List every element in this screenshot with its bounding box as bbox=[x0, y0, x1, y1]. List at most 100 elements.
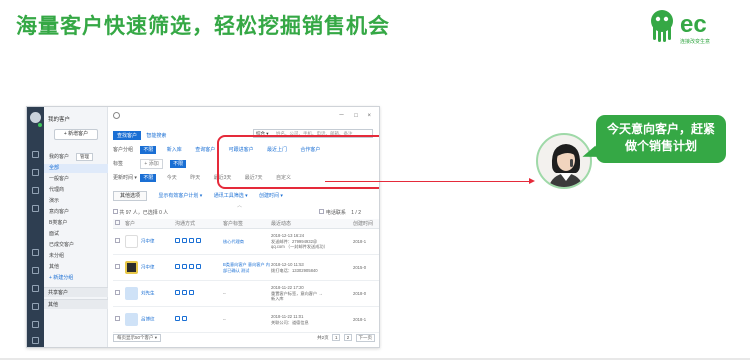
add-tag-button[interactable]: + 添加 bbox=[140, 159, 163, 169]
customer-avatar bbox=[125, 313, 138, 326]
chip-custom[interactable]: 自定义 bbox=[273, 174, 294, 182]
nav-item-all[interactable]: 全部 bbox=[44, 164, 108, 173]
chip-unlimited[interactable]: 不限 bbox=[140, 174, 157, 182]
mail-icon[interactable] bbox=[196, 264, 201, 269]
customer-tags: -- bbox=[223, 316, 226, 322]
table-row[interactable]: 吕博纹 -- 2018-11-22 11:01 关联公司：道德信息 2018-1 bbox=[113, 307, 379, 333]
arrow-head-icon bbox=[529, 178, 535, 184]
manage-button[interactable]: 管理 bbox=[76, 153, 94, 161]
customer-avatar bbox=[125, 261, 138, 274]
mobile-icon[interactable] bbox=[175, 290, 180, 295]
nav-item-ungrouped[interactable]: 未分组 bbox=[44, 252, 108, 261]
phone-icon[interactable] bbox=[182, 316, 187, 321]
nav-item-demo[interactable]: 演示 bbox=[44, 197, 108, 206]
select-all-checkbox[interactable] bbox=[113, 209, 118, 214]
star-icon[interactable] bbox=[32, 321, 39, 328]
tab-smart-search[interactable]: 智能搜索 bbox=[142, 131, 170, 140]
add-customer-button[interactable]: + 新增客户 bbox=[54, 129, 98, 140]
contacts-icon[interactable] bbox=[32, 169, 39, 176]
phone-icon[interactable] bbox=[189, 238, 194, 243]
page-size-select[interactable]: 每页显示50个客户 ▾ bbox=[113, 334, 162, 342]
customer-avatar bbox=[125, 235, 138, 248]
table-row[interactable]: 冯中律 B类意向客户 意向客户 内部已确认 测试 2018-12-10 11:5… bbox=[113, 255, 379, 281]
nav-item-general[interactable]: 一般客户 bbox=[44, 175, 108, 184]
document-icon[interactable] bbox=[32, 285, 39, 292]
chip-recent-visit[interactable]: 最近上门 bbox=[264, 146, 290, 154]
fold-shared[interactable]: 共享客户 bbox=[44, 287, 108, 297]
activity-line: 拨打电话：13302905840 bbox=[271, 267, 318, 273]
chip-yesterday[interactable]: 昨天 bbox=[187, 174, 203, 182]
mobile-icon[interactable] bbox=[182, 264, 187, 269]
chip-3-days[interactable]: 最近3天 bbox=[211, 174, 235, 182]
created-time-dropdown[interactable]: 创建时间 ▾ bbox=[259, 192, 283, 199]
row-checkbox[interactable] bbox=[115, 264, 120, 269]
total-pages: 共2页 bbox=[317, 335, 329, 340]
team-icon[interactable] bbox=[32, 187, 39, 194]
nav-item-agents[interactable]: 代理商 bbox=[44, 186, 108, 195]
row-checkbox[interactable] bbox=[115, 316, 120, 321]
mail-icon[interactable] bbox=[189, 290, 194, 295]
chip-7-days[interactable]: 最近7天 bbox=[242, 174, 266, 182]
header-checkbox[interactable] bbox=[115, 220, 120, 225]
plan-filter-dropdown[interactable]: 显示有效客户计划 ▾ bbox=[158, 192, 202, 199]
nav-item-b-class[interactable]: B类客户 bbox=[44, 219, 108, 228]
tab-find-customer[interactable]: 查找客户 bbox=[113, 131, 142, 140]
chip-unlimited[interactable]: 不限 bbox=[140, 146, 157, 154]
mail-icon[interactable] bbox=[196, 238, 201, 243]
phone-icon[interactable] bbox=[182, 290, 187, 295]
chip-query[interactable]: 查询客户 bbox=[192, 146, 218, 154]
tool-filter-dropdown[interactable]: 通讯工具筛选 ▾ bbox=[214, 192, 248, 199]
nav-item-interview[interactable]: 面试 bbox=[44, 230, 108, 239]
row-checkbox[interactable] bbox=[115, 290, 120, 295]
calendar-icon[interactable] bbox=[32, 205, 39, 212]
wechat-icon[interactable] bbox=[175, 264, 180, 269]
gear-icon[interactable] bbox=[113, 112, 120, 119]
activity-line: qq.com （一封邮件发送成功） bbox=[271, 244, 328, 250]
table-row[interactable]: 冯中律 核心代理商 2018-12-13 16:24 发送邮件：279994932… bbox=[113, 229, 379, 255]
chip-followable[interactable]: 可跟进客户 bbox=[226, 146, 257, 154]
fold-other[interactable]: 其他 bbox=[44, 299, 108, 309]
search-input[interactable]: 综合 ▾ 姓名、公司、手机、电话、邮箱、备注 bbox=[253, 129, 373, 138]
col-customer: 客户 bbox=[125, 221, 136, 227]
customer-name[interactable]: 刘先生 bbox=[141, 291, 155, 296]
search-type-select[interactable]: 综合 ▾ bbox=[256, 130, 269, 137]
menu-icon[interactable] bbox=[32, 337, 39, 344]
customer-name[interactable]: 吕博纹 bbox=[141, 317, 155, 322]
search-tabs: 查找客户 智能搜索 bbox=[113, 131, 170, 140]
chip-today[interactable]: 今天 bbox=[164, 174, 180, 182]
phone-contact-checkbox[interactable] bbox=[319, 209, 325, 214]
more-filters-button[interactable]: 其他选项 bbox=[113, 191, 148, 201]
customer-name[interactable]: 冯中律 bbox=[141, 265, 155, 270]
filter-label[interactable]: 更新时间 ▾ bbox=[113, 174, 139, 181]
mobile-icon[interactable] bbox=[182, 238, 187, 243]
chip-unlimited[interactable]: 不限 bbox=[170, 160, 187, 168]
customer-tags: -- bbox=[223, 290, 226, 296]
next-page-button[interactable]: 下一页 bbox=[355, 334, 375, 342]
window-controls[interactable]: － □ × bbox=[339, 110, 375, 119]
wechat-icon[interactable] bbox=[175, 238, 180, 243]
phone-icon[interactable] bbox=[32, 303, 39, 310]
page-1-button[interactable]: 1 bbox=[331, 334, 341, 341]
collapse-icon[interactable]: ︿ bbox=[237, 202, 242, 209]
chip-new[interactable]: 新入库 bbox=[164, 146, 185, 154]
chat-icon[interactable] bbox=[32, 151, 39, 158]
customer-name[interactable]: 冯中律 bbox=[141, 239, 155, 244]
apps-icon[interactable] bbox=[32, 249, 39, 256]
nav-item-my-customers[interactable]: 我的客户 管理 bbox=[44, 153, 108, 162]
new-group-link[interactable]: + 新建分组 bbox=[44, 274, 108, 283]
nav-item-intent[interactable]: 意向客户 bbox=[44, 208, 108, 217]
customer-tags: 核心代理商 bbox=[223, 238, 244, 244]
page-2-button[interactable]: 2 bbox=[343, 334, 353, 341]
chip-partner[interactable]: 合作客户 bbox=[297, 146, 323, 154]
table-tools: 电话联系 1 / 2 bbox=[319, 209, 361, 216]
phone-icon[interactable] bbox=[189, 264, 194, 269]
filter-label: 客户分组 bbox=[113, 147, 134, 153]
row-checkbox[interactable] bbox=[115, 238, 120, 243]
col-activity: 最近动态 bbox=[271, 221, 292, 227]
nav-item-closed[interactable]: 已成交客户 bbox=[44, 241, 108, 250]
mobile-icon[interactable] bbox=[175, 316, 180, 321]
nav-item-other[interactable]: 其他 bbox=[44, 263, 108, 272]
mail-icon[interactable] bbox=[32, 267, 39, 274]
table-row[interactable]: 刘先生 -- 2018-11-22 17:20 重置客户标签，意向客户 → 新入库 … bbox=[113, 281, 379, 307]
user-avatar[interactable] bbox=[30, 112, 41, 123]
